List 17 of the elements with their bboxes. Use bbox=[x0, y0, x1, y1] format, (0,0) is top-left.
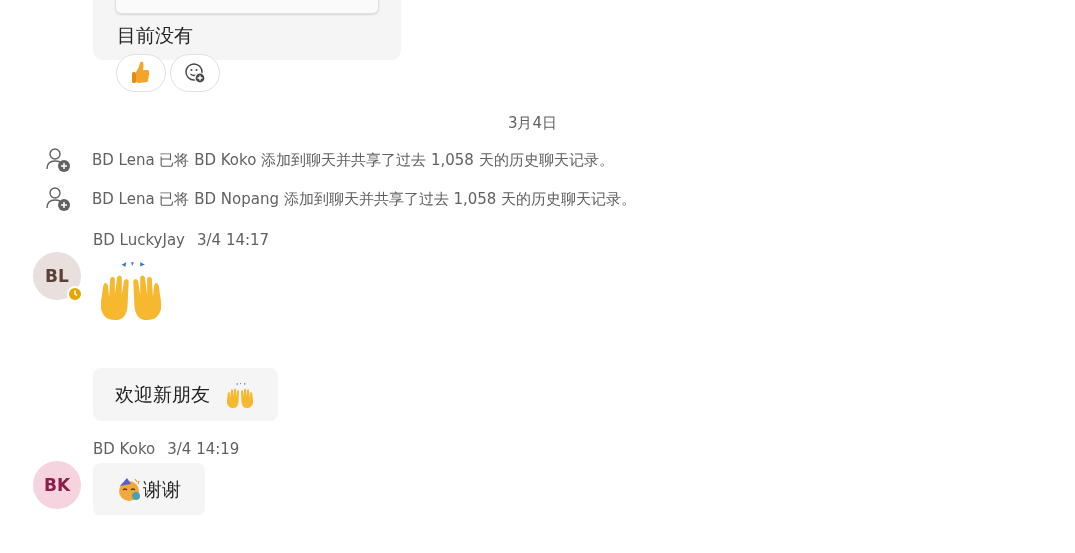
message-text: 目前没有 bbox=[116, 23, 194, 48]
message-text: 谢谢 bbox=[143, 476, 181, 502]
message-text: 欢迎新朋友 bbox=[115, 381, 210, 407]
reaction-button[interactable] bbox=[170, 54, 220, 92]
system-message: BD Lena 已将 BD Nopang 添加到聊天并共享了过去 1,058 天的历史聊天记录。 bbox=[92, 189, 637, 209]
system-message: BD Lena 已将 BD Koko 添加到聊天并共享了过去 1,058 天的历史聊天记录。 bbox=[92, 150, 614, 170]
timestamp: 3/4 14:19 bbox=[167, 439, 240, 459]
sender-name: BD Koko bbox=[93, 439, 156, 459]
add-reaction-icon bbox=[184, 62, 206, 84]
add-person-icon bbox=[45, 186, 71, 212]
add-person-icon bbox=[45, 147, 71, 173]
avatar: BK bbox=[33, 461, 81, 509]
thumbs-up-icon bbox=[130, 60, 152, 86]
timestamp: 3/4 14:17 bbox=[197, 230, 270, 250]
sender-name: BD LuckyJay bbox=[93, 230, 185, 250]
avatar: BL bbox=[33, 252, 81, 300]
date-divider: 3月4日 bbox=[507, 113, 558, 134]
